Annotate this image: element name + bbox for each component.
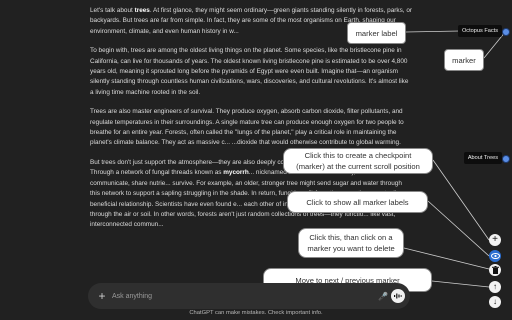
chat-input-bar[interactable]: + Ask anything 🎤 xyxy=(88,283,410,309)
callout-delete-marker: Click this, than click on a marker you w… xyxy=(298,228,404,258)
show-labels-button[interactable] xyxy=(489,250,501,262)
add-marker-button[interactable]: + xyxy=(489,234,501,246)
paragraph-engineers: Trees are also master engineers of survi… xyxy=(90,108,404,147)
bold-term: trees xyxy=(134,7,150,14)
chat-input-placeholder[interactable]: Ask anything xyxy=(112,293,375,300)
next-marker-button[interactable]: ↓ xyxy=(489,296,501,308)
disclaimer-text: ChatGPT can make mistakes. Check importa… xyxy=(189,310,323,316)
callout-create-checkpoint: Click this to create a checkpoint (marke… xyxy=(283,148,433,174)
trash-icon xyxy=(491,266,499,274)
attach-plus-icon[interactable]: + xyxy=(92,289,112,303)
delete-marker-button[interactable] xyxy=(489,264,501,276)
scroll-marker-dot[interactable] xyxy=(502,28,510,36)
arrow-up-icon: ↑ xyxy=(493,282,497,291)
marker-label-about-trees[interactable]: About Trees xyxy=(463,152,502,164)
paragraph-oldest: To begin with, trees are among the oldes… xyxy=(90,47,409,96)
prev-marker-button[interactable]: ↑ xyxy=(489,281,501,293)
arrow-down-icon: ↓ xyxy=(493,297,497,306)
callout-marker: marker xyxy=(444,49,484,71)
voice-mode-button[interactable] xyxy=(391,289,405,303)
bold-term: mycorrh xyxy=(223,169,249,177)
voice-mode-icon xyxy=(394,293,402,299)
callout-marker-label: marker label xyxy=(347,22,406,44)
microphone-icon[interactable]: 🎤 xyxy=(375,292,391,301)
callout-show-labels: Click to show all marker labels xyxy=(287,191,428,213)
scroll-marker-dot[interactable] xyxy=(502,155,510,163)
paragraph-text: Let's talk about xyxy=(90,7,135,14)
eye-icon xyxy=(490,253,500,259)
marker-label-octopus-facts[interactable]: Octopus Facts xyxy=(457,25,502,37)
plus-icon: + xyxy=(492,234,498,245)
